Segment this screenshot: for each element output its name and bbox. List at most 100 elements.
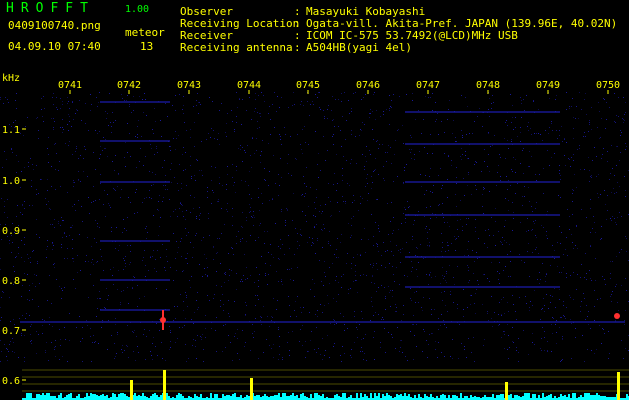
noise-dot xyxy=(153,250,154,251)
noise-dot xyxy=(544,331,545,332)
noise-dot xyxy=(341,361,342,362)
noise-dot xyxy=(296,159,297,160)
noise-dot xyxy=(250,275,251,276)
noise-dot xyxy=(78,180,79,181)
noise-dot xyxy=(518,352,519,353)
noise-dot xyxy=(79,100,80,101)
noise-dot xyxy=(115,324,116,325)
noise-dot xyxy=(261,193,262,194)
noise-dot xyxy=(301,149,302,150)
noise-dot xyxy=(615,286,616,287)
noise-dot xyxy=(362,198,363,199)
level-bar xyxy=(492,394,494,400)
noise-dot xyxy=(336,257,337,258)
noise-dot xyxy=(0,99,1,100)
noise-dot xyxy=(156,148,157,149)
noise-dot xyxy=(540,319,541,320)
noise-dot xyxy=(88,130,89,131)
noise-dot xyxy=(20,187,21,188)
noise-dot xyxy=(577,274,578,275)
level-bar xyxy=(388,395,390,400)
noise-dot xyxy=(354,200,355,201)
noise-dot xyxy=(380,116,381,117)
noise-dot xyxy=(304,126,305,127)
noise-dot xyxy=(225,347,226,348)
noise-dot xyxy=(186,130,187,131)
noise-dot xyxy=(291,268,292,269)
noise-dot xyxy=(59,286,60,287)
noise-dot xyxy=(69,313,70,314)
noise-dot xyxy=(446,271,447,272)
noise-dot xyxy=(603,148,604,149)
noise-dot xyxy=(484,188,485,189)
noise-dot xyxy=(178,247,179,248)
noise-dot xyxy=(468,267,469,268)
noise-dot xyxy=(86,255,87,256)
noise-dot xyxy=(570,275,571,276)
noise-dot xyxy=(447,119,448,120)
level-bar xyxy=(286,396,288,400)
noise-dot xyxy=(328,197,329,198)
noise-dot xyxy=(240,281,241,282)
noise-dot xyxy=(376,110,377,111)
noise-dot xyxy=(182,109,183,110)
noise-dot xyxy=(247,145,248,146)
noise-dot xyxy=(400,340,401,341)
noise-dot xyxy=(279,346,280,347)
noise-dot xyxy=(63,129,64,130)
noise-dot xyxy=(547,211,548,212)
noise-dot xyxy=(483,274,484,275)
noise-dot xyxy=(129,104,130,105)
noise-dot xyxy=(441,251,442,252)
noise-dot xyxy=(539,174,540,175)
noise-dot xyxy=(199,207,200,208)
level-bar xyxy=(234,393,236,400)
noise-dot xyxy=(180,202,181,203)
noise-dot xyxy=(352,202,353,203)
noise-dot xyxy=(56,107,57,108)
meta-value-antenna: A504HB(yagi 4el) xyxy=(306,41,412,54)
noise-dot xyxy=(48,360,49,361)
noise-dot xyxy=(52,243,53,244)
noise-dot xyxy=(52,224,53,225)
noise-dot xyxy=(452,339,453,340)
noise-dot xyxy=(196,233,197,234)
noise-dot xyxy=(328,183,329,184)
noise-dot xyxy=(415,255,416,256)
noise-dot xyxy=(431,277,432,278)
noise-dot xyxy=(62,127,63,128)
noise-dot xyxy=(178,190,179,191)
noise-dot xyxy=(239,99,240,100)
noise-dot xyxy=(524,262,525,263)
noise-dot xyxy=(62,104,63,105)
noise-dot xyxy=(318,153,319,154)
noise-dot xyxy=(16,155,17,156)
noise-dot xyxy=(250,235,251,236)
noise-dot xyxy=(414,159,415,160)
noise-dot xyxy=(572,193,573,194)
noise-dot xyxy=(110,207,111,208)
noise-dot xyxy=(185,152,186,153)
noise-dot xyxy=(163,197,164,198)
noise-dot xyxy=(104,307,105,308)
noise-dot xyxy=(91,246,92,247)
noise-dot xyxy=(53,264,54,265)
noise-dot xyxy=(499,262,500,263)
noise-dot xyxy=(73,279,74,280)
noise-dot xyxy=(390,306,391,307)
level-bar xyxy=(272,396,274,400)
noise-dot xyxy=(370,320,371,321)
noise-dot xyxy=(1,317,2,318)
noise-dot xyxy=(302,211,303,212)
noise-dot xyxy=(88,197,89,198)
noise-dot xyxy=(146,238,147,239)
noise-dot xyxy=(292,220,293,221)
noise-dot xyxy=(36,194,37,195)
noise-dot xyxy=(520,222,521,223)
noise-dot xyxy=(382,317,383,318)
noise-dot xyxy=(226,209,227,210)
noise-dot xyxy=(155,346,156,347)
noise-dot xyxy=(427,238,428,239)
noise-dot xyxy=(610,296,611,297)
noise-dot xyxy=(197,160,198,161)
